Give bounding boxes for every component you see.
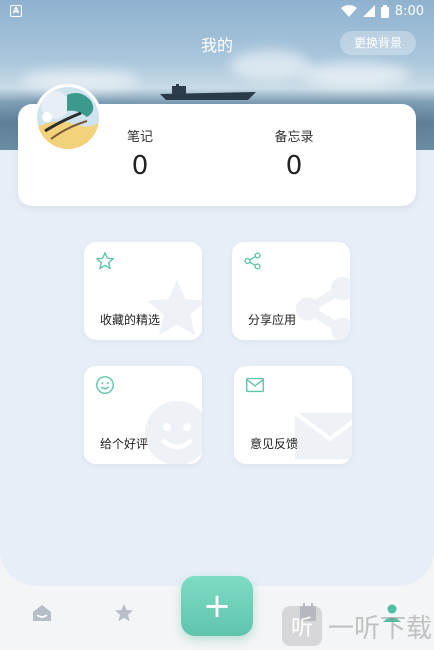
- rate-tile[interactable]: 给个好评: [84, 366, 202, 464]
- share-tile[interactable]: 分享应用: [232, 242, 350, 340]
- favorites-label: 收藏的精选: [100, 313, 161, 327]
- share-icon: [244, 252, 261, 270]
- add-button[interactable]: +: [181, 576, 253, 636]
- memo-stat[interactable]: 备忘录 0: [244, 126, 344, 181]
- star-nav-icon[interactable]: [112, 601, 136, 625]
- mail-icon: [246, 377, 264, 393]
- status-bar: A 8:00: [0, 0, 434, 22]
- status-time: 8:00: [394, 3, 424, 19]
- content-panel: [0, 150, 434, 586]
- smile-watermark-icon: [144, 400, 202, 464]
- smile-icon: [96, 376, 114, 394]
- avatar-illustration: [37, 87, 99, 149]
- favorites-tile[interactable]: 收藏的精选: [84, 242, 202, 340]
- change-background-button[interactable]: 更换背景: [339, 31, 416, 55]
- memo-label: 备忘录: [274, 130, 314, 145]
- notes-stat[interactable]: 笔记 0: [90, 126, 190, 181]
- feedback-tile[interactable]: 意见反馈: [234, 366, 352, 464]
- mail-watermark-icon: [293, 410, 352, 460]
- ship-image: [160, 84, 256, 100]
- feedback-label: 意见反馈: [250, 437, 299, 451]
- share-watermark-icon: [295, 276, 350, 340]
- watermark-logo-icon: 听: [281, 606, 322, 646]
- notes-count: 0: [131, 151, 149, 181]
- share-label: 分享应用: [248, 313, 297, 327]
- site-watermark: 听 一听下载: [281, 606, 432, 646]
- avatar[interactable]: [34, 84, 102, 152]
- notes-label: 笔记: [126, 130, 153, 145]
- memo-count: 0: [285, 151, 303, 181]
- battery-icon: [380, 4, 389, 18]
- wifi-icon: [340, 5, 357, 17]
- app-notification-icon: A: [10, 5, 22, 17]
- watermark-text: 一听下载: [327, 613, 432, 644]
- rate-label: 给个好评: [100, 437, 149, 451]
- signal-icon: [362, 5, 375, 17]
- star-watermark-icon: [147, 279, 202, 336]
- star-icon: [96, 252, 114, 270]
- home-icon[interactable]: [30, 601, 54, 625]
